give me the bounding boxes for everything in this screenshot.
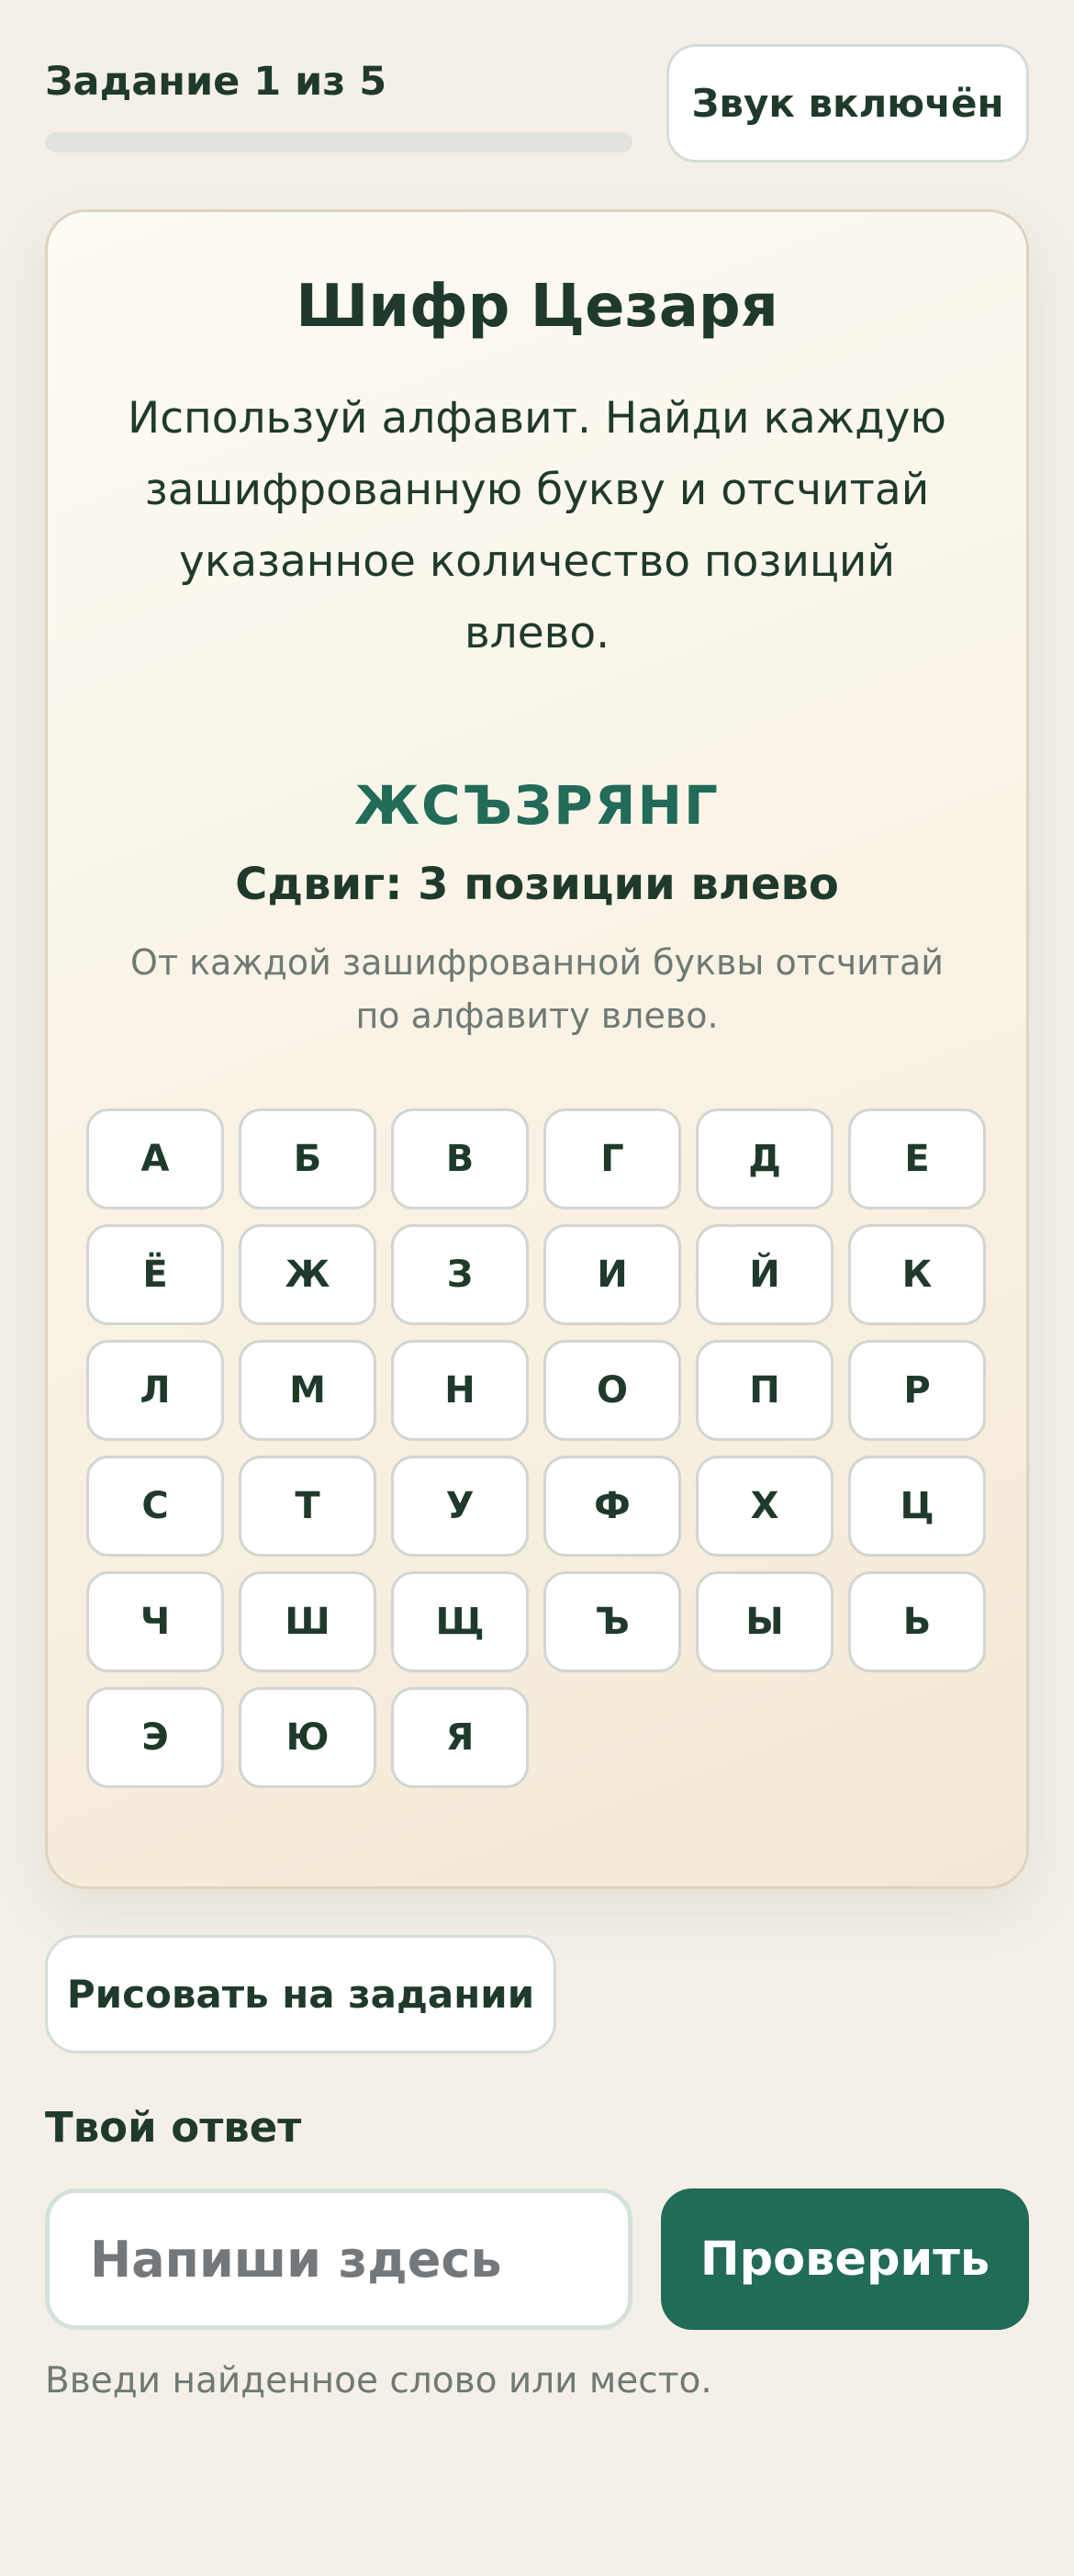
- letter-key[interactable]: Н: [391, 1340, 529, 1441]
- answer-input[interactable]: [45, 2188, 632, 2330]
- letter-key[interactable]: Г: [543, 1108, 681, 1209]
- letter-key[interactable]: Л: [86, 1340, 224, 1441]
- alphabet-grid: АБВГДЕ ЁЖЗИЙК ЛМНОПР СТУФХЦ ЧШЩЪЫЬ ЭЮЯ: [86, 1108, 990, 1788]
- check-button[interactable]: Проверить: [661, 2188, 1029, 2330]
- letter-key[interactable]: С: [86, 1456, 224, 1557]
- letter-key[interactable]: Ч: [86, 1571, 224, 1672]
- answer-hint: Введи найденное слово или место.: [45, 2360, 712, 2402]
- letter-key[interactable]: Э: [86, 1687, 224, 1788]
- letter-key[interactable]: З: [391, 1224, 529, 1325]
- task-progress-label: Задание 1 из 5: [45, 59, 387, 105]
- draw-on-task-button[interactable]: Рисовать на задании: [45, 1935, 556, 2053]
- letter-key[interactable]: Х: [696, 1456, 833, 1557]
- letter-key[interactable]: Т: [239, 1456, 376, 1557]
- letter-key[interactable]: Ж: [239, 1224, 376, 1325]
- letter-key[interactable]: И: [543, 1224, 681, 1325]
- letter-key[interactable]: Д: [696, 1108, 833, 1209]
- letter-key[interactable]: Е: [848, 1108, 986, 1209]
- letter-key[interactable]: О: [543, 1340, 681, 1441]
- letter-key[interactable]: Щ: [391, 1571, 529, 1672]
- progress-bar: [45, 132, 632, 152]
- shift-hint: От каждой зашифрованной буквы отсчитай п…: [129, 942, 944, 1036]
- cipher-word: ЖСЪЗРЯНГ: [354, 774, 720, 837]
- letter-key[interactable]: П: [696, 1340, 833, 1441]
- letter-key[interactable]: Ц: [848, 1456, 986, 1557]
- letter-key[interactable]: Р: [848, 1340, 986, 1441]
- letter-key[interactable]: Ё: [86, 1224, 224, 1325]
- letter-key[interactable]: Ю: [239, 1687, 376, 1788]
- letter-key[interactable]: В: [391, 1108, 529, 1209]
- letter-key[interactable]: А: [86, 1108, 224, 1209]
- letter-key[interactable]: Й: [696, 1224, 833, 1325]
- shift-label: Сдвиг: 3 позиции влево: [235, 859, 839, 910]
- letter-key[interactable]: Я: [391, 1687, 529, 1788]
- letter-key[interactable]: К: [848, 1224, 986, 1325]
- letter-key[interactable]: Ь: [848, 1571, 986, 1672]
- answer-label: Твой ответ: [45, 2103, 302, 2152]
- letter-key[interactable]: Ш: [239, 1571, 376, 1672]
- task-title: Шифр Цезаря: [296, 273, 778, 341]
- letter-key[interactable]: М: [239, 1340, 376, 1441]
- sound-toggle-button[interactable]: Звук включён: [666, 44, 1029, 163]
- top-bar: Задание 1 из 5 Звук включён: [45, 44, 1029, 165]
- letter-key[interactable]: Ф: [543, 1456, 681, 1557]
- letter-key[interactable]: У: [391, 1456, 529, 1557]
- task-card: Шифр Цезаря Используй алфавит. Найди каж…: [45, 209, 1029, 1889]
- letter-key[interactable]: Ъ: [543, 1571, 681, 1672]
- task-instructions: Используй алфавит. Найди каждую зашифров…: [128, 393, 946, 658]
- letter-key[interactable]: Ы: [696, 1571, 833, 1672]
- letter-key[interactable]: Б: [239, 1108, 376, 1209]
